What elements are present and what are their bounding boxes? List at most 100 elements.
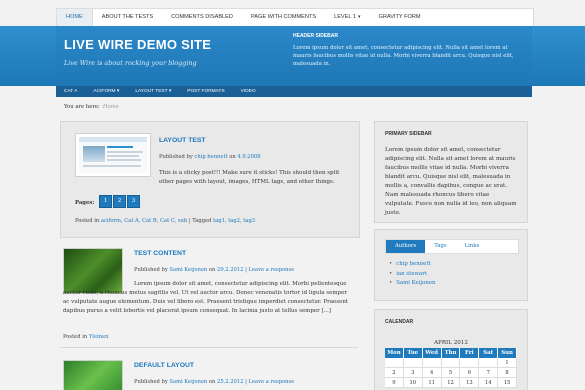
- calendar-day: [441, 358, 461, 368]
- nav-item-comments-disabled[interactable]: COMMENTS DISABLED: [162, 9, 242, 26]
- meta-prefix: Published by: [134, 379, 168, 385]
- calendar-day: 3: [403, 368, 423, 378]
- primary-sidebar-widget: PRIMARY SIDEBAR Lorem ipsum dolor sit am…: [374, 121, 528, 223]
- page-link-1[interactable]: 1: [99, 195, 112, 208]
- category-links[interactable]: Yleinen: [89, 334, 109, 340]
- post-author-link[interactable]: chip bennett: [194, 154, 227, 160]
- tag-links[interactable]: tag1, tag2, tag3: [213, 218, 255, 224]
- calendar-day: 14: [479, 378, 499, 388]
- site-tagline: Live Wire is about rocking your blogging: [64, 59, 197, 67]
- calendar-day: 9: [385, 378, 404, 388]
- post-author-link[interactable]: Sami Keijonen: [169, 379, 207, 385]
- site-title[interactable]: LIVE WIRE DEMO SITE: [64, 37, 211, 52]
- calendar-day: 7: [479, 368, 499, 378]
- thumbnail-line: [107, 159, 141, 161]
- nav-item-label: COMMENTS DISABLED: [171, 14, 233, 20]
- post-thumbnail-leaf[interactable]: [63, 360, 123, 390]
- calendar-week: 9 10 11 12 13 14 15: [385, 378, 518, 388]
- meta-on: on: [208, 267, 216, 273]
- meta-separator: |: [245, 379, 247, 385]
- weekday: Tue: [404, 348, 423, 358]
- weekday: Mon: [385, 348, 404, 358]
- post-date-link[interactable]: 4.9.2008: [237, 154, 260, 160]
- post-thumbnail[interactable]: [75, 133, 151, 177]
- breadcrumb-current: Home: [102, 104, 119, 110]
- post-date-link[interactable]: 25.2.2012: [217, 379, 243, 385]
- post-meta: Published by Sami Keijonen on 29.2.2012 …: [134, 267, 294, 273]
- chevron-down-icon: ▾: [168, 89, 172, 94]
- leave-response-link[interactable]: Leave a response: [249, 379, 295, 385]
- category-navigation: CAT A ACIFORM ▾ LAYOUT TEST ▾ POST FORMA…: [56, 86, 532, 97]
- author-item[interactable]: • chip bennett: [389, 260, 436, 270]
- post-date-link[interactable]: 29.2.2012: [217, 267, 243, 273]
- subnav-item-aciform[interactable]: ACIFORM ▾: [85, 89, 127, 94]
- thumbnail-bar: [79, 137, 147, 142]
- calendar-day: [403, 358, 423, 368]
- subnav-item-layout-test[interactable]: LAYOUT TEST ▾: [127, 89, 179, 94]
- weekday: Wed: [423, 348, 442, 358]
- author-link[interactable]: chip bennett: [396, 261, 431, 267]
- author-item[interactable]: • ian stewart: [389, 270, 436, 280]
- category-links[interactable]: aciform, Cat A, Cat B, Cat C, sub: [101, 218, 187, 224]
- tab-authors[interactable]: Authors: [386, 240, 426, 253]
- nav-item-gravity-form[interactable]: GRAVITY FORM: [369, 9, 429, 26]
- calendar-day: 4: [422, 368, 442, 378]
- nav-item-label: GRAVITY FORM: [378, 14, 421, 20]
- subnav-item-label: LAYOUT TEST: [135, 89, 168, 94]
- meta-prefix: Published by: [134, 267, 168, 273]
- header-sidebar-title: HEADER SIDEBAR: [293, 33, 339, 39]
- calendar-week: 1: [385, 358, 518, 368]
- calendar-day: 6: [460, 368, 480, 378]
- leave-response-link[interactable]: Leave a response: [249, 267, 295, 273]
- chevron-down-icon: ▾: [116, 89, 120, 94]
- weekday: Sat: [479, 348, 499, 358]
- calendar-day: 8: [498, 368, 518, 378]
- author-link[interactable]: ian stewart: [396, 271, 427, 277]
- bullet-icon: •: [389, 270, 393, 277]
- thumbnail-line: [107, 151, 143, 153]
- thumbnail-accent-line: [107, 146, 133, 148]
- subnav-item-post-formats[interactable]: POST FORMATS: [179, 89, 232, 94]
- site-header: LIVE WIRE DEMO SITE Live Wire is about r…: [0, 26, 585, 86]
- page-link-2[interactable]: 2: [113, 195, 126, 208]
- nav-item-level-1[interactable]: LEVEL 1 ▾: [325, 9, 369, 26]
- subnav-item-video[interactable]: VIDEO: [233, 89, 264, 94]
- nav-item-page-with-comments[interactable]: PAGE WITH COMMENTS: [242, 9, 325, 26]
- posted-prefix: Posted in: [63, 334, 88, 340]
- chevron-down-icon: ▾: [357, 14, 361, 20]
- post-title[interactable]: DEFAULT LAYOUT: [134, 362, 194, 369]
- post-title[interactable]: LAYOUT TEST: [159, 137, 206, 144]
- post-meta: Published by chip bennett on 4.9.2008: [159, 154, 261, 160]
- breadcrumb-prefix: You are here:: [64, 104, 100, 110]
- widget-tabs: Authors Tags Links: [385, 239, 519, 254]
- sticky-post: LAYOUT TEST Published by chip bennett on…: [60, 121, 360, 238]
- subnav-item-label: ACIFORM: [93, 89, 116, 94]
- widget-title: PRIMARY SIDEBAR: [385, 131, 432, 137]
- calendar-day: [479, 358, 499, 368]
- post-divider: [60, 347, 358, 348]
- post-meta: Published by Sami Keijonen on 25.2.2012 …: [134, 379, 294, 385]
- subnav-item-label: POST FORMATS: [187, 89, 225, 94]
- calendar-day: 12: [441, 378, 461, 388]
- nav-item-label: LEVEL 1: [334, 14, 356, 20]
- thumbnail-image: [83, 146, 105, 162]
- weekday: Thu: [442, 348, 461, 358]
- post-excerpt: Lorem ipsum dolor sit amet, consectetur …: [63, 281, 349, 314]
- post-title[interactable]: TEST CONTENT: [134, 250, 186, 257]
- nav-item-label: HOME: [66, 14, 83, 20]
- subnav-item-cat-a[interactable]: CAT A: [56, 89, 85, 94]
- page-link-3[interactable]: 3: [127, 195, 140, 208]
- nav-item-home[interactable]: HOME: [57, 9, 93, 26]
- post-author-link[interactable]: Sami Keijonen: [169, 267, 207, 273]
- tab-tags[interactable]: Tags: [425, 240, 455, 253]
- author-link[interactable]: Sami Keijonen: [396, 280, 435, 286]
- calendar-day: [422, 358, 442, 368]
- nav-item-about-the-tests[interactable]: ABOUT THE TESTS: [93, 9, 162, 26]
- author-item[interactable]: • Sami Keijonen: [389, 279, 436, 289]
- weekday: Fri: [460, 348, 480, 358]
- widget-title: CALENDAR: [385, 319, 414, 325]
- tab-links[interactable]: Links: [456, 240, 489, 253]
- authors-list: • chip bennett • ian stewart • Sami Keijone…: [389, 260, 436, 289]
- nav-item-label: PAGE WITH COMMENTS: [250, 14, 317, 20]
- calendar-day: 5: [441, 368, 461, 378]
